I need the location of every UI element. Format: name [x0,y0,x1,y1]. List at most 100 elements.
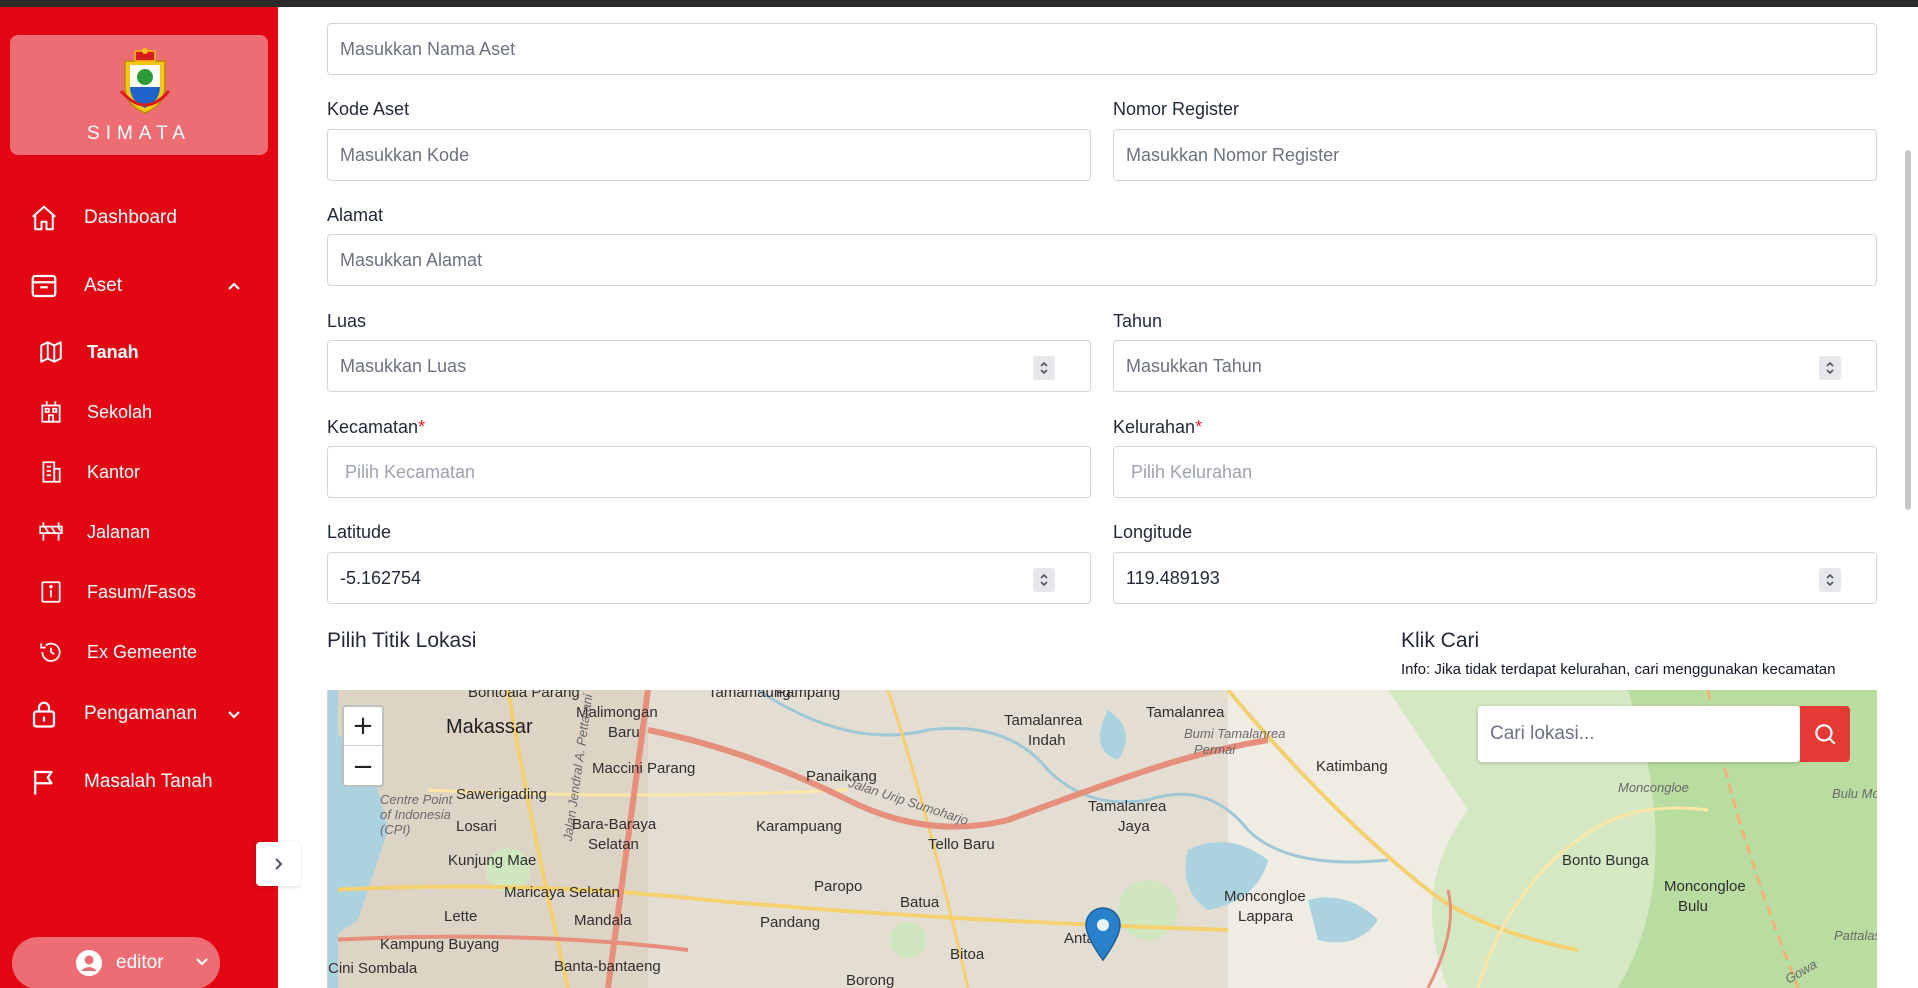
chevron-down-icon [196,958,208,966]
longitude-input[interactable] [1114,553,1876,603]
number-spinner[interactable] [1033,356,1055,380]
map-label: Karampuang [756,818,842,835]
map-label: Centre Point of Indonesia (CPI) [380,792,453,837]
latitude-input[interactable] [328,553,1090,603]
map-label: Moncongloe [1618,780,1689,795]
office-building-icon [36,457,66,487]
alamat-input[interactable] [328,235,1876,285]
spinner-arrows-icon [1826,361,1834,375]
map-label: Lappara [1238,908,1294,925]
nomor-register-field[interactable] [1113,129,1877,181]
map-label: Pampang [776,690,841,701]
kecamatan-label-text: Kecamatan [327,417,419,437]
tahun-field[interactable] [1113,340,1877,392]
kelurahan-select[interactable] [1113,446,1877,498]
sidebar-item-masalah-tanah[interactable]: Masalah Tanah [0,757,278,807]
kode-aset-label: Kode Aset [327,99,410,119]
search-icon [1815,724,1836,745]
map-search-button[interactable] [1800,706,1850,762]
map-label: Borong [846,972,895,988]
luas-field[interactable] [327,340,1091,392]
search-section-title: Klik Cari [1401,629,1480,652]
flag-icon [28,766,60,798]
kecamatan-select[interactable] [327,446,1091,498]
kelurahan-label-text: Kelurahan [1113,417,1196,437]
map-label: Jaya [1118,818,1150,835]
number-spinner[interactable] [1033,568,1055,592]
sidebar-item-dashboard[interactable]: Dashboard [0,193,278,243]
nomor-register-label: Nomor Register [1113,99,1240,119]
map-label: Bitoa [950,946,985,963]
zoom-out-button[interactable]: − [344,747,382,786]
location-section-title: Pilih Titik Lokasi [327,629,477,652]
map-label: Tello Baru [928,836,995,853]
kelurahan-input[interactable] [1114,447,1876,497]
map-label: Banta-bantaeng [554,958,661,975]
chevron-down-icon [224,704,244,724]
nama-aset-input[interactable] [328,24,1876,74]
map-marker-icon[interactable] [1085,907,1121,961]
page-scrollbar[interactable] [1905,150,1911,510]
nama-aset-field[interactable] [327,23,1877,75]
map-label: Bulu [1678,898,1709,915]
sidebar-item-aset[interactable]: Aset [0,261,278,311]
sidebar-item-label: Sekolah [87,401,153,422]
chevron-right-icon [275,858,283,870]
sidebar-item-label: Masalah Tanah [84,771,213,792]
user-menu[interactable]: editor [12,937,220,988]
sidebar-item-ex-gemeente[interactable]: Ex Gemeente [0,627,278,677]
spinner-arrows-icon [1040,573,1048,587]
kode-aset-field[interactable] [327,129,1091,181]
luas-label: Luas [327,311,367,331]
map-icon [36,337,66,367]
nomor-register-input[interactable] [1114,130,1876,180]
map-search-input[interactable] [1478,706,1748,762]
sidebar-item-kantor[interactable]: Kantor [0,447,278,497]
map-label: Losari [456,818,497,835]
map-label: Makassar [446,716,533,738]
tahun-label: Tahun [1113,311,1163,331]
longitude-field[interactable] [1113,552,1877,604]
map-label: Permai [1194,742,1236,757]
map-label: Kampung Buyang [380,936,500,953]
map-label: Bontoala Parang [468,690,580,701]
history-clock-icon [36,637,66,667]
map-label: Bonto Bunga [1562,852,1649,869]
kecamatan-label: Kecamatan* [327,417,425,438]
map-label: Bulu Moncongloe [1832,786,1877,801]
map-label: Pattalasang [1834,928,1877,943]
map-label: Tamalanrea [1004,712,1083,729]
number-spinner[interactable] [1819,356,1841,380]
app-name: SIMATA [87,123,191,144]
sidebar-item-jalanan[interactable]: Jalanan [0,507,278,557]
alamat-label: Alamat [327,205,384,225]
luas-input[interactable] [328,341,1090,391]
kode-aset-input[interactable] [328,130,1090,180]
map-label: Pandang [760,914,821,931]
sidebar-item-label: Kantor [87,461,141,482]
kecamatan-input[interactable] [328,447,1090,497]
tahun-input[interactable] [1114,341,1876,391]
number-spinner[interactable] [1819,568,1841,592]
required-mark: * [418,417,426,437]
zoom-in-button[interactable]: + [344,707,382,746]
map-label: Tamalanrea [1088,798,1167,815]
archive-box-icon [28,270,60,302]
latitude-field[interactable] [327,552,1091,604]
app-logo-box[interactable]: SIMATA [10,35,268,155]
map-label: Moncongloe [1224,888,1306,905]
sidebar-item-tanah[interactable]: Tanah [0,327,278,377]
sidebar-item-label: Fasum/Fasos [87,581,197,602]
alamat-field[interactable] [327,234,1877,286]
sidebar-item-label: Pengamanan [84,703,198,724]
sidebar-item-sekolah[interactable]: Sekolah [0,387,278,437]
search-info-text: Info: Jika tidak terdapat kelurahan, car… [1401,661,1836,678]
spinner-arrows-icon [1826,573,1834,587]
map-label: Indah [1028,732,1066,749]
info-square-icon [36,577,66,607]
sidebar-collapse-button[interactable] [256,842,300,886]
sidebar-item-pengamanan[interactable]: Pengamanan [0,689,278,739]
sidebar-item-fasum-fasos[interactable]: Fasum/Fasos [0,567,278,617]
map-zoom-control: + − [342,705,384,787]
map-label: Bara-Baraya [572,816,657,833]
